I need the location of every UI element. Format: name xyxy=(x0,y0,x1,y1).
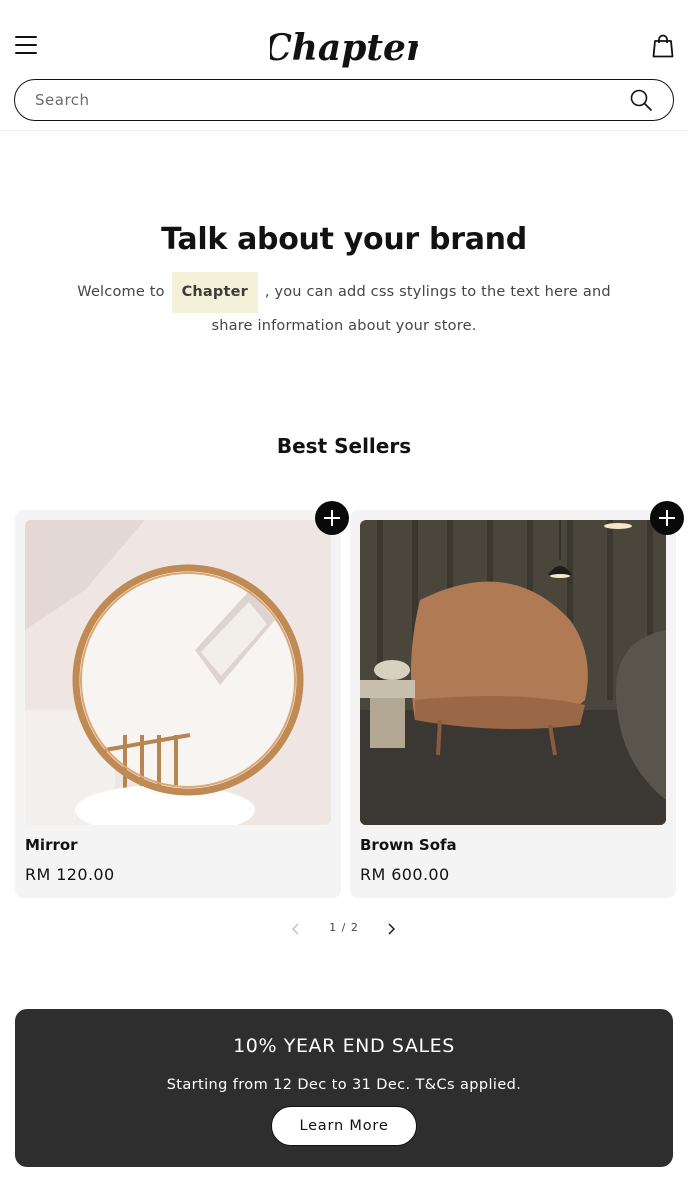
chapter-logo[interactable]: Chapter xyxy=(270,18,418,76)
search-icon[interactable] xyxy=(629,88,653,112)
product-name[interactable]: Brown Sofa xyxy=(360,836,457,854)
brand-heading: Talk about your brand xyxy=(161,222,527,257)
product-price: RM 120.00 xyxy=(25,865,115,884)
slider-pagination: 1 / 2 xyxy=(0,918,688,940)
promo-banner: 10% YEAR END SALES Starting from 12 Dec … xyxy=(15,1009,673,1167)
svg-text:Chapter: Chapter xyxy=(270,27,418,69)
search-bar xyxy=(14,79,674,121)
brand-text-after: , you can add css stylings to the text h… xyxy=(211,284,611,334)
add-to-cart-button[interactable] xyxy=(650,501,684,535)
product-price: RM 600.00 xyxy=(360,865,450,884)
product-image-mirror[interactable] xyxy=(25,520,331,825)
brand-text-before: Welcome to xyxy=(77,284,165,300)
search-input[interactable] xyxy=(35,91,629,109)
menu-button[interactable] xyxy=(14,34,38,56)
product-name[interactable]: Mirror xyxy=(25,836,78,854)
chevron-right-icon[interactable] xyxy=(383,921,399,937)
product-image-brown-sofa[interactable] xyxy=(360,520,666,825)
cart-bag-icon[interactable] xyxy=(652,33,674,59)
product-card[interactable]: Brown Sofa RM 600.00 xyxy=(350,510,676,898)
promo-text: Starting from 12 Dec to 31 Dec. T&Cs app… xyxy=(166,1077,522,1093)
product-card[interactable]: Mirror RM 120.00 xyxy=(15,510,341,898)
page-counter: 1 / 2 xyxy=(329,921,359,934)
chevron-left-icon[interactable] xyxy=(288,921,304,937)
promo-title: 10% YEAR END SALES xyxy=(233,1035,455,1057)
hamburger-icon xyxy=(15,36,37,38)
learn-more-button[interactable]: Learn More xyxy=(271,1106,417,1146)
brand-highlight: Chapter xyxy=(171,272,259,313)
best-sellers-heading: Best Sellers xyxy=(276,434,412,458)
add-to-cart-button[interactable] xyxy=(315,501,349,535)
brand-description: Welcome to Chapter , you can add css sty… xyxy=(64,272,624,340)
site-header: Chapter xyxy=(0,0,688,131)
